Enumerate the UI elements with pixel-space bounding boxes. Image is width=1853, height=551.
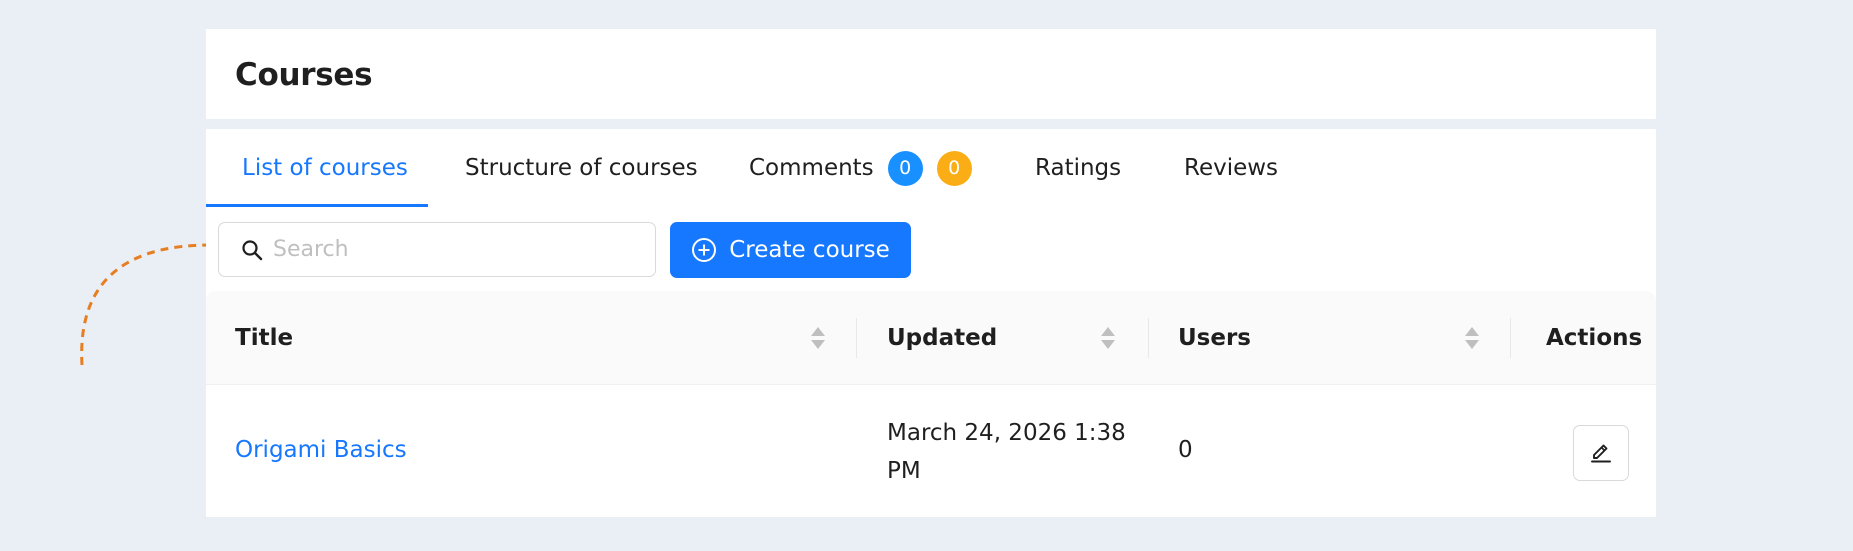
tab-label: List of courses — [242, 155, 408, 181]
course-title-link[interactable]: Origami Basics — [235, 437, 407, 463]
active-tab-indicator — [206, 204, 428, 207]
column-title-label: Title — [235, 325, 294, 351]
sort-icon[interactable] — [1099, 324, 1117, 352]
column-divider — [1510, 318, 1511, 358]
table-header: Title Updated Users Actions — [206, 291, 1656, 385]
sort-icon[interactable] — [809, 324, 827, 352]
course-users-count: 0 — [1178, 437, 1193, 463]
create-course-button[interactable]: Create course — [670, 222, 911, 278]
page-title: Courses — [235, 57, 373, 93]
column-updated-label: Updated — [887, 325, 998, 351]
column-header-users[interactable]: Users — [1178, 291, 1251, 385]
tab-label: Ratings — [1035, 155, 1122, 181]
column-divider — [856, 318, 857, 358]
tab-reviews[interactable]: Reviews — [1184, 129, 1278, 207]
page-header: Courses — [206, 29, 1656, 119]
tab-bar: List of courses Structure of courses Com… — [206, 129, 1656, 207]
column-divider — [1148, 318, 1149, 358]
table-row: Origami Basics March 24, 2026 1:38 PM 0 — [206, 385, 1656, 518]
search-icon — [239, 237, 265, 263]
pending-comments-badge: 0 — [936, 150, 972, 186]
tab-label: Structure of courses — [465, 155, 698, 181]
column-header-updated[interactable]: Updated — [887, 291, 997, 385]
edit-course-button[interactable] — [1573, 425, 1629, 481]
tab-structure-of-courses[interactable]: Structure of courses — [465, 129, 698, 207]
comments-count-badge: 0 — [887, 150, 923, 186]
column-header-actions: Actions — [1546, 291, 1642, 385]
tab-label: Reviews — [1184, 155, 1279, 181]
tab-comments[interactable]: Comments 0 0 — [749, 129, 972, 207]
tab-list-of-courses[interactable]: List of courses — [242, 129, 408, 207]
plus-circle-icon — [691, 237, 717, 263]
courses-table: Title Updated Users Actions Origami Basi… — [206, 291, 1656, 518]
tab-ratings[interactable]: Ratings — [1035, 129, 1121, 207]
search-input[interactable] — [273, 237, 633, 262]
edit-icon — [1591, 444, 1611, 463]
sort-icon[interactable] — [1463, 324, 1481, 352]
column-users-label: Users — [1178, 325, 1251, 351]
create-course-label: Create course — [729, 237, 890, 263]
course-updated-date: March 24, 2026 1:38 PM — [887, 420, 1126, 484]
search-box[interactable] — [218, 222, 656, 277]
tab-label: Comments — [749, 155, 874, 181]
column-header-title[interactable]: Title — [235, 291, 293, 385]
column-actions-label: Actions — [1546, 325, 1643, 351]
courses-panel: List of courses Structure of courses Com… — [206, 129, 1656, 517]
